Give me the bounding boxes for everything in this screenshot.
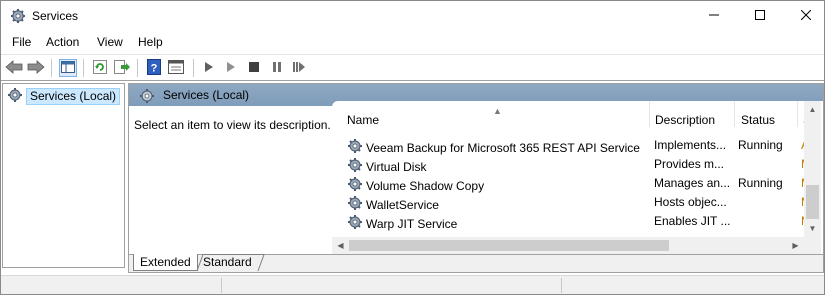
status-divider (561, 278, 562, 293)
menu-file[interactable]: File (12, 35, 31, 49)
back-button[interactable] (5, 59, 23, 77)
start-service-alt-icon (226, 61, 236, 75)
refresh-icon (93, 59, 107, 77)
service-name: Volume Shadow Copy (366, 178, 485, 193)
vertical-scrollbar[interactable]: ▲ ▼ (804, 101, 821, 237)
menu-help[interactable]: Help (138, 35, 163, 49)
toolbar-separator (137, 59, 138, 77)
tab-outline (196, 254, 265, 272)
scroll-up-icon[interactable]: ▲ (804, 101, 821, 118)
minimize-button[interactable] (691, 1, 737, 31)
gear-icon (139, 88, 155, 107)
horizontal-scroll-thumb[interactable] (349, 240, 669, 251)
service-name: Warp JIT Service (366, 216, 458, 231)
minimize-icon (709, 9, 719, 23)
properties-icon (168, 59, 184, 77)
menu-action[interactable]: Action (46, 35, 79, 49)
forward-button[interactable] (27, 59, 45, 77)
svg-text:?: ? (151, 62, 158, 74)
service-name: WalletService (366, 197, 439, 212)
title-bar[interactable]: Services (1, 1, 824, 31)
gear-icon (7, 87, 23, 106)
scroll-right-icon[interactable]: ▶ (787, 237, 804, 254)
status-divider (221, 278, 222, 293)
pause-service-icon (272, 61, 282, 75)
vertical-scroll-thumb[interactable] (806, 185, 819, 219)
service-status: Running (738, 176, 783, 190)
details-pane: Services (Local) Select an item to view … (128, 83, 824, 273)
description-hint: Select an item to view its description. (134, 118, 331, 132)
back-arrow-icon (5, 59, 23, 77)
help-button[interactable]: ? (145, 58, 163, 78)
toolbar-separator (193, 59, 194, 77)
service-status: Running (738, 138, 783, 152)
view-tabs: Extended Standard (129, 254, 823, 272)
table-row[interactable]: Veeam Backup for Microsoft 365 REST API … (332, 136, 805, 155)
maximize-icon (755, 9, 765, 23)
close-icon (800, 9, 812, 23)
table-row[interactable]: Virtual DiskProvides m...M (332, 155, 805, 174)
pause-service-button[interactable] (268, 59, 286, 77)
help-icon: ? (147, 58, 161, 78)
status-bar (1, 275, 824, 294)
export-list-icon (114, 59, 130, 77)
tree-item-label: Services (Local) (26, 88, 121, 105)
panel-title: Services (Local) (163, 88, 250, 102)
close-button[interactable] (783, 1, 825, 31)
service-description: Implements... (654, 138, 727, 152)
start-service-button[interactable] (200, 59, 218, 77)
list-header: ▲ Name Description Status S (332, 101, 823, 127)
service-description: Provides m... (654, 157, 725, 171)
column-header-description[interactable]: Description (650, 101, 735, 127)
service-description: Manages an... (654, 176, 731, 190)
restart-service-icon (293, 61, 305, 75)
gear-icon (10, 8, 26, 24)
console-tree: Services (Local) (2, 83, 125, 268)
properties-button[interactable] (167, 59, 185, 77)
scroll-left-icon[interactable]: ◀ (332, 237, 349, 254)
start-service-alt-button[interactable] (222, 59, 240, 77)
service-description: Hosts objec... (654, 195, 727, 209)
restart-service-button[interactable] (290, 59, 308, 77)
stop-service-button[interactable] (245, 59, 263, 77)
toolbar-separator (83, 59, 84, 77)
console-tree-icon (61, 60, 75, 76)
table-row[interactable]: Volume Shadow CopyManages an...RunningM (332, 174, 805, 193)
services-window: Services File Action View Help ? Service… (0, 0, 825, 295)
column-header-name[interactable]: Name (332, 101, 650, 127)
menu-bar: File Action View Help (1, 32, 824, 53)
stop-service-icon (249, 61, 259, 75)
toolbar: ? (1, 54, 824, 81)
service-name: Veeam Backup for Microsoft 365 REST API … (366, 140, 640, 155)
refresh-button[interactable] (91, 59, 109, 77)
table-row[interactable]: Warp JIT ServiceEnables JIT ...M (332, 212, 805, 233)
start-service-icon (204, 61, 214, 75)
horizontal-scrollbar[interactable]: ◀ ▶ (332, 237, 804, 254)
services-list[interactable]: ▲ Name Description Status S Veeam Backup… (332, 101, 823, 254)
export-list-button[interactable] (113, 59, 131, 77)
column-header-status[interactable]: Status (735, 101, 798, 127)
toolbar-separator (51, 59, 52, 77)
service-description: Enables JIT ... (654, 214, 731, 228)
show-hide-console-tree-button[interactable] (59, 59, 77, 77)
service-name-cell: Warp JIT Service (347, 214, 645, 233)
menu-view[interactable]: View (97, 35, 123, 49)
service-name: Virtual Disk (366, 159, 427, 174)
table-row[interactable]: WalletServiceHosts objec...M (332, 193, 805, 212)
tree-item-services-local[interactable]: Services (Local) (7, 87, 121, 106)
maximize-button[interactable] (737, 1, 783, 31)
window-title: Services (32, 9, 79, 23)
service-gear-icon (347, 214, 363, 233)
scroll-corner (804, 237, 821, 254)
forward-arrow-icon (27, 59, 45, 77)
tab-extended[interactable]: Extended (133, 254, 198, 271)
scroll-down-icon[interactable]: ▼ (804, 220, 821, 237)
